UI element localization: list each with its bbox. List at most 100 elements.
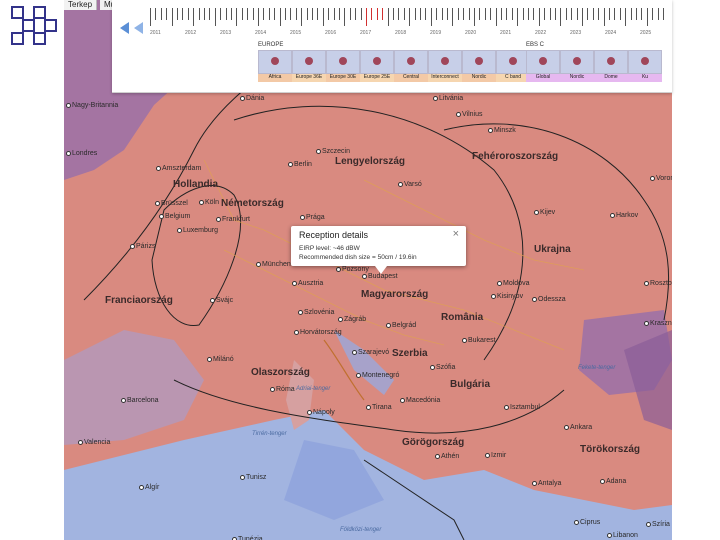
beam-thumbnail[interactable] xyxy=(292,50,326,74)
timeline-tick[interactable] xyxy=(355,8,357,20)
beam-thumbnail-caption[interactable]: Interconnect xyxy=(428,74,462,82)
timeline-tick[interactable] xyxy=(274,8,276,20)
timeline-tick[interactable] xyxy=(209,8,211,20)
timeline-tick[interactable] xyxy=(641,8,643,20)
timeline-tick[interactable] xyxy=(582,8,583,26)
timeline-tick[interactable] xyxy=(490,8,492,20)
timeline-tick[interactable] xyxy=(290,8,292,20)
timeline-tick[interactable] xyxy=(371,8,373,20)
timeline-tick[interactable] xyxy=(231,8,232,20)
timeline-tick[interactable] xyxy=(339,8,340,20)
timeline-tick[interactable] xyxy=(220,8,222,20)
timeline-tick[interactable] xyxy=(447,8,448,20)
timeline-tick[interactable] xyxy=(430,8,432,26)
timeline-tick[interactable] xyxy=(263,8,265,20)
timeline-tick[interactable] xyxy=(328,8,330,20)
timeline-tick[interactable] xyxy=(150,8,151,26)
timeline-tick[interactable] xyxy=(333,8,335,20)
timeline-tick[interactable] xyxy=(614,8,616,20)
beam-thumbnail-caption[interactable]: Europe 36E xyxy=(292,74,326,82)
timeline-tick[interactable] xyxy=(560,8,562,26)
timeline-tick[interactable] xyxy=(663,8,664,20)
beam-thumbnail-caption[interactable]: Dome xyxy=(594,74,628,82)
timeline-tick[interactable] xyxy=(474,8,475,26)
beam-thumbnail-caption[interactable]: Central xyxy=(394,74,428,82)
timeline-tick[interactable] xyxy=(376,8,378,20)
beam-thumbnail[interactable] xyxy=(628,50,662,74)
timeline-tick[interactable] xyxy=(322,8,324,26)
timeline-tick[interactable] xyxy=(252,8,254,20)
timeline-tick[interactable] xyxy=(511,8,513,20)
beam-thumbnail[interactable] xyxy=(462,50,496,74)
map-tab-map[interactable]: Terkep xyxy=(64,0,98,10)
timeline-tick[interactable] xyxy=(457,8,459,20)
beam-thumbnail[interactable] xyxy=(428,50,462,74)
timeline-tick[interactable] xyxy=(484,8,486,20)
timeline-tick[interactable] xyxy=(236,8,238,26)
timeline-tick[interactable] xyxy=(555,8,556,20)
timeline-tick[interactable] xyxy=(522,8,524,20)
timeline-tick[interactable] xyxy=(463,8,465,20)
timeline-tick[interactable] xyxy=(528,8,529,20)
timeline-tick[interactable] xyxy=(598,8,600,20)
timeline-tick[interactable] xyxy=(657,8,659,20)
beam-thumbnail[interactable] xyxy=(526,50,560,74)
beam-thumbnail[interactable] xyxy=(360,50,394,74)
beam-thumbnail-caption[interactable]: Ku xyxy=(628,74,662,82)
timeline-tick[interactable] xyxy=(436,8,438,20)
timeline-tick[interactable] xyxy=(387,8,389,26)
timeline-tick[interactable] xyxy=(538,8,540,26)
timeline-tick[interactable] xyxy=(344,8,346,26)
timeline-tick[interactable] xyxy=(619,8,621,20)
timeline-tick[interactable] xyxy=(366,8,367,26)
timeline-tick[interactable] xyxy=(468,8,470,20)
beam-thumbnail[interactable] xyxy=(496,50,530,74)
beam-thumbnail-caption[interactable]: Europe 30E xyxy=(326,74,360,82)
timeline-tick[interactable] xyxy=(182,8,184,20)
timeline-tick[interactable] xyxy=(204,8,205,20)
timeline-tick[interactable] xyxy=(544,8,546,20)
timeline-tick[interactable] xyxy=(258,8,259,26)
timeline-tick[interactable] xyxy=(479,8,481,20)
timeline-tick[interactable] xyxy=(295,8,297,20)
timeline-tick[interactable] xyxy=(517,8,519,26)
timeline-tick[interactable] xyxy=(241,8,243,20)
timeline-tick[interactable] xyxy=(177,8,178,20)
beam-thumbnail[interactable] xyxy=(394,50,428,74)
timeline-tick[interactable] xyxy=(576,8,578,20)
beam-thumbnail[interactable] xyxy=(326,50,360,74)
beam-thumbnail-caption[interactable]: Global xyxy=(526,74,560,82)
timeline-tick[interactable] xyxy=(301,8,303,26)
timeline-tick[interactable] xyxy=(393,8,394,20)
timeline-tick[interactable] xyxy=(452,8,454,26)
timeline-tick[interactable] xyxy=(571,8,573,20)
beam-thumbnail[interactable] xyxy=(258,50,292,74)
timeline-tick[interactable] xyxy=(646,8,648,26)
timeline-tick[interactable] xyxy=(360,8,362,20)
timeline-tick[interactable] xyxy=(317,8,319,20)
timeline-tick[interactable] xyxy=(636,8,637,20)
timeline-tick[interactable] xyxy=(630,8,632,20)
timeline-tick[interactable] xyxy=(349,8,351,20)
beam-thumbnail-caption[interactable]: C band xyxy=(496,74,530,82)
timeline-tick[interactable] xyxy=(247,8,249,20)
timeline-tick[interactable] xyxy=(506,8,508,20)
timeline-forward-arrow-icon[interactable] xyxy=(134,22,143,34)
timeline-tick[interactable] xyxy=(420,8,421,20)
timeline-tick[interactable] xyxy=(268,8,270,20)
beam-thumbnail-caption[interactable]: Nordic xyxy=(560,74,594,82)
timeline-tick[interactable] xyxy=(603,8,605,26)
beam-thumbnail-caption[interactable]: Africa xyxy=(258,74,292,82)
beam-thumbnail[interactable] xyxy=(560,50,594,74)
timeline-tick[interactable] xyxy=(592,8,594,20)
timeline-tick[interactable] xyxy=(409,8,411,26)
beam-thumbnail-caption[interactable]: Europe 25E xyxy=(360,74,394,82)
timeline-tick[interactable] xyxy=(609,8,610,20)
timeline-tick[interactable] xyxy=(533,8,535,20)
timeline-tick[interactable] xyxy=(398,8,400,20)
timeline-tick[interactable] xyxy=(160,8,162,20)
timeline-tick[interactable] xyxy=(403,8,405,20)
timeline-tick[interactable] xyxy=(155,8,157,20)
timeline-tick[interactable] xyxy=(565,8,567,20)
timeline-ticks[interactable] xyxy=(150,8,670,26)
